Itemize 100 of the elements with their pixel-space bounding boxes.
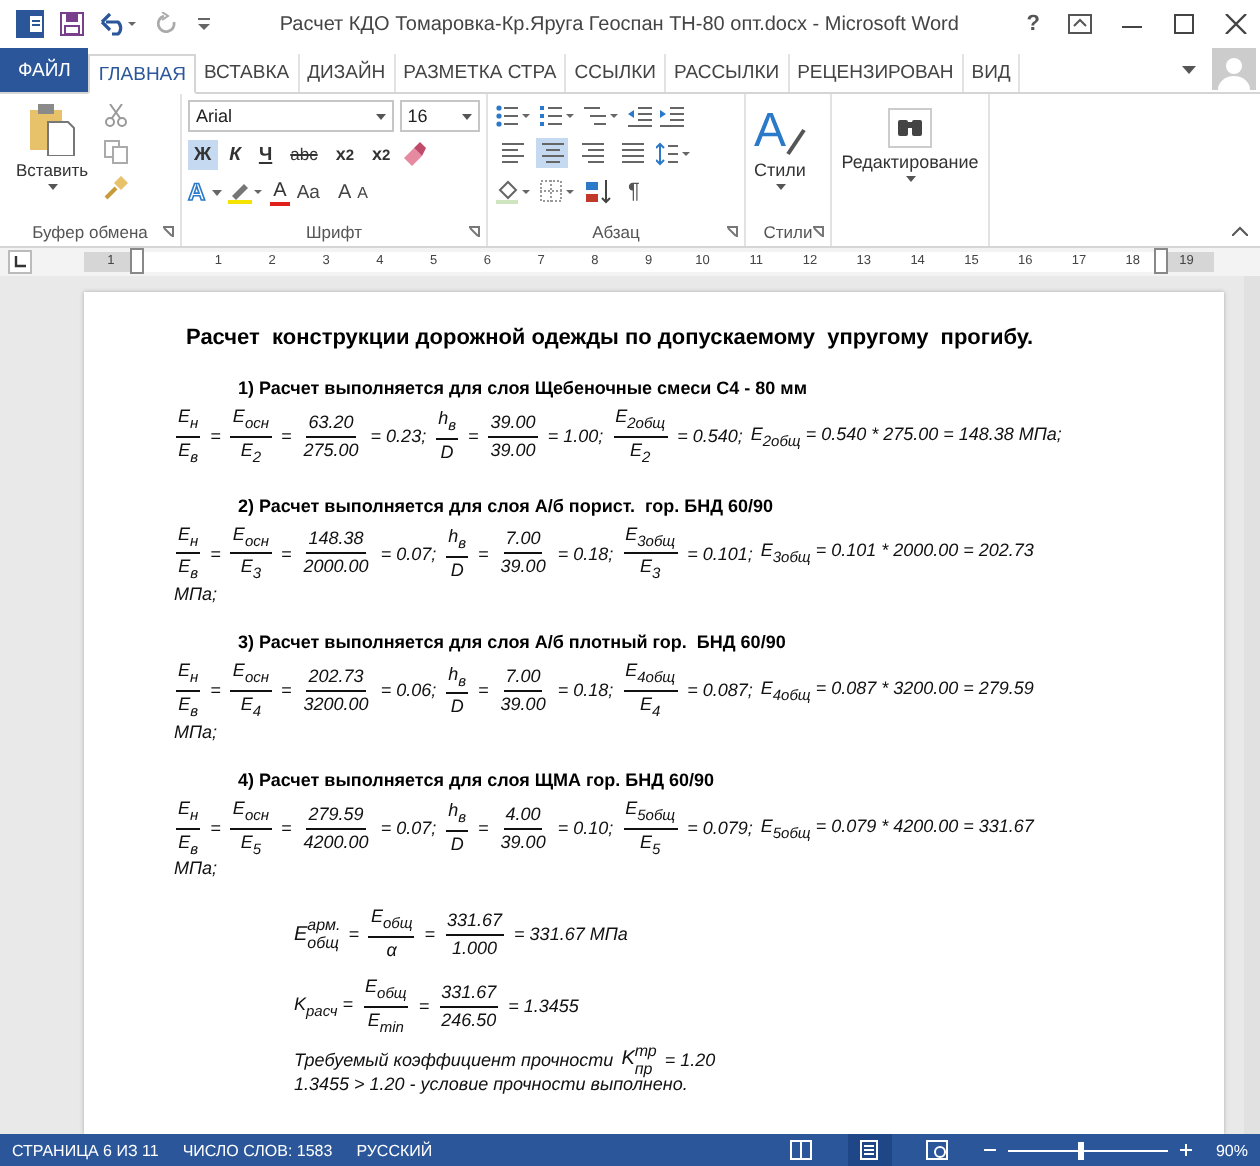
undo-icon[interactable] [100, 12, 140, 36]
text-lines-icon [619, 140, 645, 166]
customize-toolbar-icon[interactable] [196, 14, 212, 34]
formula-text: = [210, 426, 221, 447]
styles-button[interactable]: A Стили [754, 100, 807, 218]
denominator: 39.00 [498, 691, 548, 716]
ribbon-tab[interactable]: ВИД [963, 54, 1021, 92]
maximize-icon[interactable] [1172, 14, 1196, 34]
dialog-launcher-icon[interactable] [162, 226, 174, 238]
denominator: E$_{3}$ [638, 554, 663, 585]
multilevel-list-icon[interactable] [584, 103, 620, 127]
close-icon[interactable] [1224, 14, 1248, 34]
shrink-font-button[interactable]: A [357, 183, 368, 201]
formula-text: = [281, 426, 292, 447]
font-name-field[interactable]: Arial [188, 100, 394, 132]
highlighter-icon[interactable] [227, 180, 264, 204]
tab-stop-selector[interactable] [8, 250, 32, 274]
formula-text: = 0.101; [687, 543, 753, 564]
numerator: 148.38 [306, 528, 366, 555]
text-lines-icon [539, 140, 565, 166]
paste-button[interactable]: Вставить [16, 100, 89, 218]
paint-bucket-icon[interactable] [496, 179, 532, 203]
grow-font-button[interactable]: A [337, 181, 352, 203]
numerator: h$_{в}$ [446, 800, 469, 832]
bullet-list-icon[interactable] [496, 103, 532, 127]
ribbon-tab[interactable]: РЕЦЕНЗИРОВАН [789, 54, 964, 92]
section-heading: 3) Расчет выполняется для слоя А/б плотный гор. БНД 60/90 [238, 632, 788, 653]
ribbon-tab[interactable]: РАССЫЛКИ [666, 54, 790, 92]
vertical-scrollbar[interactable] [1244, 276, 1260, 1134]
indent-marker[interactable] [130, 248, 145, 274]
dropdown-caret-icon[interactable] [211, 189, 222, 195]
font-size-field[interactable]: 16 [399, 100, 480, 132]
ribbon-tab[interactable]: ГЛАВНАЯ [88, 54, 196, 94]
align-left-button[interactable] [496, 138, 528, 168]
group-label: Стили [763, 222, 813, 242]
zoom-in-icon[interactable] [1179, 1144, 1192, 1156]
word-app-icon[interactable] [16, 10, 44, 38]
print-layout-button[interactable] [847, 1134, 892, 1166]
decrease-indent-icon[interactable] [628, 103, 652, 127]
ribbon-tab[interactable]: РАЗМЕТКА СТРА [395, 54, 567, 92]
help-button[interactable]: ? [1026, 12, 1040, 36]
align-right-button[interactable] [576, 138, 608, 168]
page-count[interactable]: СТРАНИЦА 6 ИЗ 11 [12, 1141, 159, 1159]
align-center-button[interactable] [536, 138, 568, 168]
formula-text: = 0.10; [557, 818, 614, 839]
numerator: E$_{н}$ [176, 523, 201, 555]
denominator: E$_{в}$ [176, 554, 201, 585]
dialog-launcher-icon[interactable] [726, 226, 738, 238]
formula-text: МПа; [174, 721, 218, 742]
editing-button[interactable]: Редактирование [841, 100, 979, 218]
zoom-level[interactable]: 90% [1215, 1141, 1248, 1159]
denominator: E$_{4}$ [638, 691, 663, 722]
paintbrush-icon[interactable] [104, 176, 129, 200]
denominator: D [448, 557, 466, 582]
justify-button[interactable] [616, 138, 648, 168]
denominator: 4200.00 [301, 829, 371, 854]
font-color-button[interactable]: A [269, 179, 291, 205]
text-lines-icon [579, 140, 605, 166]
denominator: 39.00 [498, 554, 548, 579]
formula-text: = [478, 543, 489, 564]
slider-thumb[interactable] [1077, 1141, 1084, 1159]
language-indicator[interactable]: РУССКИЙ [356, 1141, 433, 1159]
formula-text: МПа; [174, 858, 218, 879]
dropdown-caret-icon[interactable] [1182, 66, 1196, 74]
formula-text: = [424, 924, 436, 945]
dialog-launcher-icon[interactable] [812, 226, 824, 238]
numerator: E$_{осн}$ [230, 797, 271, 830]
word-count[interactable]: ЧИСЛО СЛОВ: 1583 [182, 1141, 333, 1159]
collapse-ribbon-icon[interactable] [1232, 226, 1248, 236]
show-formatting-button[interactable]: ¶ [628, 179, 640, 203]
ribbon-display-options-icon[interactable] [1068, 14, 1092, 34]
ribbon-tab[interactable]: ССЫЛКИ [566, 54, 666, 92]
dialog-launcher-icon[interactable] [468, 226, 480, 238]
formula-text: = 1.00; [547, 426, 604, 447]
numbered-list-icon[interactable] [540, 103, 576, 127]
numerator: E$_{общ}$ [368, 906, 415, 939]
formula-text: = [478, 680, 489, 701]
italic-button[interactable]: К [223, 139, 247, 169]
styles-letter: A [754, 108, 787, 156]
underline-button[interactable]: Ч [252, 139, 279, 169]
ribbon-tab[interactable]: ВСТАВКА [196, 54, 300, 92]
increase-indent-icon[interactable] [660, 103, 684, 127]
user-silhouette-icon [1216, 54, 1252, 90]
sort-icon[interactable] [584, 179, 612, 203]
scissors-icon[interactable] [104, 104, 129, 128]
line-spacing-icon[interactable] [656, 141, 692, 165]
numerator: E$_{н}$ [176, 797, 201, 830]
text-effects-button[interactable]: A [188, 178, 206, 206]
file-tab[interactable]: ФАЙЛ [0, 48, 89, 92]
denominator: E$_{3}$ [238, 554, 264, 585]
numerator: 331.67 [439, 981, 499, 1008]
save-icon[interactable] [60, 12, 84, 36]
indent-marker[interactable] [1153, 248, 1167, 274]
ribbon-tab[interactable]: ДИЗАЙН [299, 54, 396, 92]
superscript: тр [634, 1041, 657, 1060]
change-case-button[interactable]: Aa [296, 181, 320, 203]
eraser-icon[interactable] [402, 142, 427, 166]
zoom-out-icon[interactable] [983, 1144, 996, 1156]
strikethrough-button[interactable]: abc [284, 139, 324, 169]
bold-button[interactable]: Ж [188, 139, 218, 169]
